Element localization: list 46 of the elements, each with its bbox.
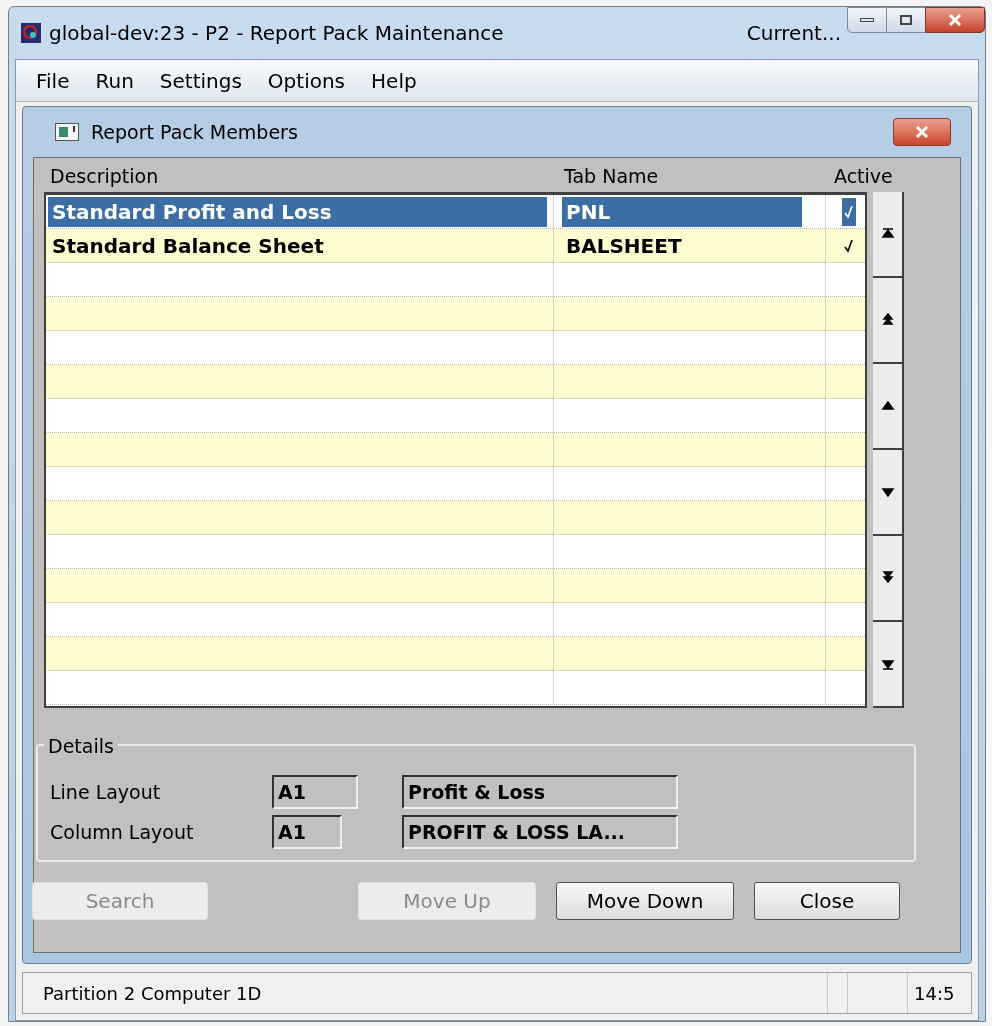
table-cell[interactable]: BALSHEET xyxy=(562,230,802,261)
close-icon xyxy=(915,126,929,138)
code-field: A1 xyxy=(272,775,358,809)
scroll-up-icon xyxy=(880,399,895,413)
table-cell[interactable]: PNL xyxy=(562,196,802,227)
column-header: Description xyxy=(50,164,159,187)
field-label: Column Layout xyxy=(50,819,195,845)
window-title-extra: Current... xyxy=(746,20,841,47)
menu-item[interactable]: Options xyxy=(267,65,346,96)
code-field: A1 xyxy=(272,815,342,849)
scroll-bottom-icon xyxy=(880,657,895,671)
scroll-down-icon xyxy=(880,485,895,499)
scroll-button[interactable] xyxy=(873,450,902,536)
table-cell[interactable]: Standard Profit and Loss xyxy=(48,196,547,227)
page-down-icon xyxy=(880,571,895,585)
status-text: Partition 2 Computer 1D xyxy=(43,981,262,1006)
minimize-button[interactable] xyxy=(847,7,887,33)
scroll-button[interactable] xyxy=(873,192,902,278)
window-icon xyxy=(55,123,79,141)
close-icon xyxy=(948,14,962,26)
close-button[interactable] xyxy=(925,7,985,33)
scroll-button[interactable] xyxy=(873,536,902,622)
check-mark-icon[interactable] xyxy=(841,197,856,226)
name-field: Profit & Loss xyxy=(402,775,678,809)
maximize-button[interactable] xyxy=(887,7,925,33)
app-icon xyxy=(21,23,41,43)
field-label: Line Layout xyxy=(50,779,162,805)
scroll-button[interactable] xyxy=(873,364,902,450)
name-field: PROFIT & LOSS LA... xyxy=(402,815,678,849)
scroll-button[interactable] xyxy=(873,622,902,708)
column-header: Tab Name xyxy=(564,164,659,187)
menu-item[interactable]: File xyxy=(36,65,70,96)
scroll-top-icon xyxy=(880,227,895,241)
dialog-button[interactable]: Move Down xyxy=(556,882,734,920)
menu-item[interactable]: Run xyxy=(95,65,134,96)
menu-item[interactable]: Help xyxy=(371,65,417,96)
window-title: global-dev:23 - P2 - Report Pack Maintenance xyxy=(49,20,504,47)
dialog-button[interactable]: Close xyxy=(754,882,900,920)
table-cell[interactable]: Standard Balance Sheet xyxy=(48,230,547,261)
close-button[interactable] xyxy=(893,118,951,146)
scroll-button[interactable] xyxy=(873,278,902,364)
page-up-icon xyxy=(880,313,895,327)
dialog-title: Report Pack Members xyxy=(91,119,298,145)
status-time: 14:5 xyxy=(907,973,971,1013)
menu-item[interactable]: Settings xyxy=(159,65,242,96)
column-header: Active xyxy=(834,164,893,187)
